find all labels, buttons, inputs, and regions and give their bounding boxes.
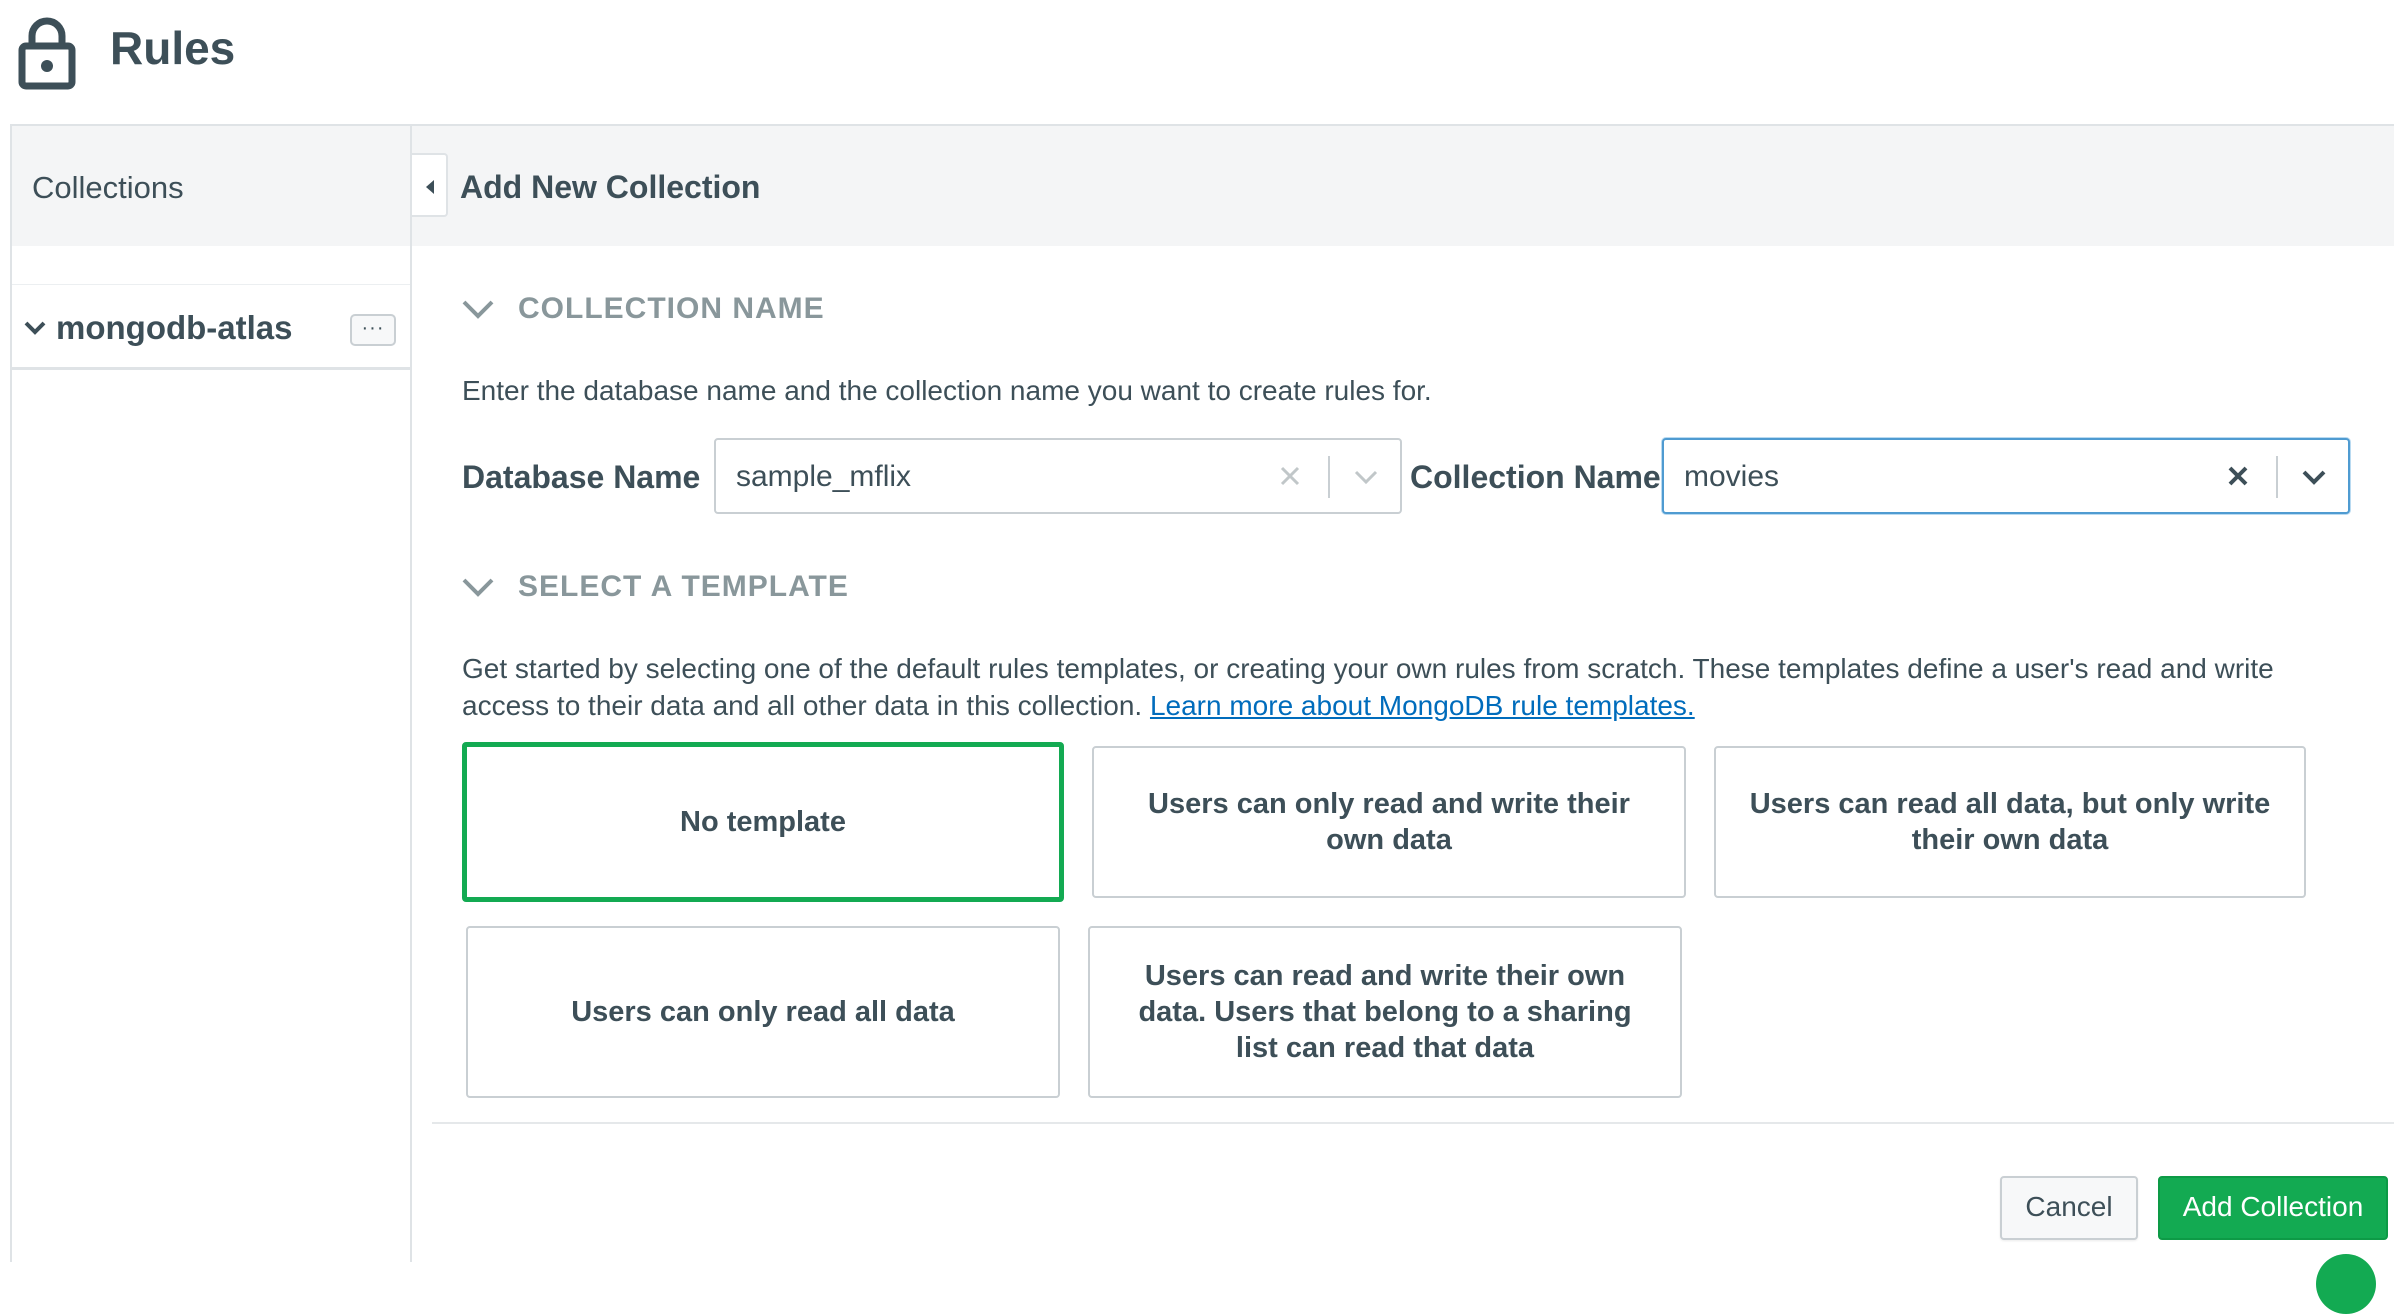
chevron-down-icon[interactable] bbox=[22, 318, 48, 338]
template-card-read-all-write-own[interactable]: Users can read all data, but only write … bbox=[1714, 746, 2306, 898]
main-title: Add New Collection bbox=[460, 169, 761, 205]
page-title: Rules bbox=[110, 22, 236, 74]
template-card-read-all[interactable]: Users can only read all data bbox=[466, 926, 1060, 1098]
chevron-down-icon[interactable] bbox=[2300, 467, 2328, 487]
chevron-down-icon[interactable] bbox=[1352, 467, 1380, 487]
lock-icon bbox=[18, 14, 76, 90]
template-card-sharing-list[interactable]: Users can read and write their own data.… bbox=[1088, 926, 1682, 1098]
template-card-read-write-own[interactable]: Users can only read and write their own … bbox=[1092, 746, 1686, 898]
database-menu-button[interactable]: ··· bbox=[350, 314, 396, 346]
collection-name-select[interactable]: movies bbox=[1662, 438, 2350, 514]
database-name-value: sample_mflix bbox=[736, 460, 912, 493]
cancel-button[interactable]: Cancel bbox=[2000, 1176, 2138, 1240]
clear-icon[interactable] bbox=[2224, 462, 2252, 490]
chevron-down-icon[interactable] bbox=[460, 297, 496, 321]
database-name-select[interactable]: sample_mflix bbox=[714, 438, 1402, 514]
template-section-description: Get started by selecting one of the defa… bbox=[462, 650, 2352, 724]
chevron-down-icon[interactable] bbox=[460, 575, 496, 599]
section-title-select-template[interactable]: SELECT A TEMPLATE bbox=[518, 567, 849, 607]
collapse-sidebar-button[interactable] bbox=[412, 153, 448, 217]
footer-divider bbox=[432, 1122, 2394, 1124]
collection-section-description: Enter the database name and the collecti… bbox=[462, 375, 1432, 406]
select-separator bbox=[2276, 456, 2278, 498]
sidebar-title: Collections bbox=[32, 170, 184, 205]
template-card-no-template[interactable]: No template bbox=[462, 742, 1064, 902]
clear-icon[interactable] bbox=[1276, 462, 1304, 490]
rule-templates-link[interactable]: Learn more about MongoDB rule templates. bbox=[1150, 690, 1695, 721]
help-chat-badge[interactable] bbox=[2316, 1254, 2376, 1314]
database-name-label: Database Name bbox=[462, 459, 701, 495]
add-collection-button[interactable]: Add Collection bbox=[2158, 1176, 2388, 1240]
caret-left-icon bbox=[426, 180, 434, 194]
collection-name-value: movies bbox=[1684, 460, 1780, 493]
database-name[interactable]: mongodb-atlas bbox=[56, 306, 293, 350]
collection-name-label: Collection Name bbox=[1410, 459, 1661, 495]
select-separator bbox=[1328, 456, 1330, 498]
sidebar-divider bbox=[410, 126, 412, 1262]
section-title-collection-name[interactable]: COLLECTION NAME bbox=[518, 289, 825, 329]
